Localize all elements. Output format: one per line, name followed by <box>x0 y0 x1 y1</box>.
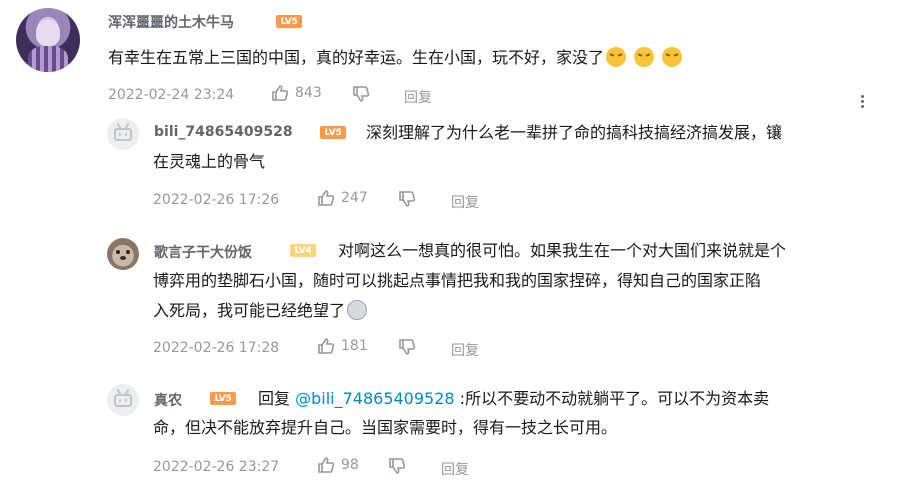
like-button[interactable]: 98 <box>317 456 359 474</box>
username[interactable]: 浑浑噩噩的土木牛马 <box>108 12 234 32</box>
reply-button[interactable]: 回复 <box>441 459 469 479</box>
dislike-button[interactable] <box>388 457 406 479</box>
emoji-icon <box>606 47 627 67</box>
level-badge: LV4 <box>290 244 316 257</box>
thumbs-up-icon <box>318 190 335 206</box>
dislike-button[interactable] <box>398 190 416 212</box>
avatar[interactable] <box>16 8 80 72</box>
emoji-icon <box>634 47 655 67</box>
thumbs-down-icon <box>399 191 416 207</box>
reply-text: 博弈用的垫脚石小国，随时可以挑起点事情把我和我的国家捏碎，得知自己的国家正陷 <box>153 271 762 290</box>
comment-date: 2022-02-24 23:24 <box>108 87 235 103</box>
reply-button[interactable]: 回复 <box>404 87 432 107</box>
thumbs-down-icon <box>399 339 416 355</box>
username[interactable]: bili_74865409528 <box>154 124 293 140</box>
avatar[interactable] <box>107 384 139 416</box>
thumbs-down-icon <box>389 458 406 474</box>
reply-text: 入死局，我可能已经绝望了 <box>153 297 368 325</box>
reply-button[interactable]: 回复 <box>451 340 479 360</box>
like-count: 98 <box>341 457 359 473</box>
reply-date: 2022-02-26 17:26 <box>153 192 280 208</box>
emoji-icon <box>662 47 683 67</box>
reply-date: 2022-02-26 23:27 <box>153 459 280 475</box>
level-badge: LV5 <box>276 15 302 28</box>
avatar[interactable] <box>107 118 139 150</box>
reply-text: 深刻理解了为什么老一辈拼了命的搞科技搞经济搞发展，镶 <box>366 123 783 142</box>
dislike-button[interactable] <box>398 338 416 360</box>
level-badge: LV5 <box>320 126 346 139</box>
reply-text: 对啊这么一想真的很可怕。如果我生在一个对大国们来说就是个 <box>338 241 787 260</box>
like-count: 181 <box>341 338 368 354</box>
like-count: 843 <box>295 85 322 101</box>
more-options-icon[interactable] <box>858 93 866 110</box>
reply-text: 回复 @bili_74865409528 :所以不要动不动就躺平了。可以不为资本… <box>258 389 770 408</box>
like-button[interactable]: 843 <box>271 84 322 102</box>
username[interactable]: 歌言子干大份饭 <box>154 242 252 262</box>
reply-button[interactable]: 回复 <box>451 192 479 212</box>
thumbs-down-icon <box>353 86 370 102</box>
dislike-button[interactable] <box>352 85 370 107</box>
reply-date: 2022-02-26 17:28 <box>153 340 280 356</box>
like-count: 247 <box>341 190 368 206</box>
like-button[interactable]: 181 <box>317 337 368 355</box>
reply-text: 命，但决不能放弃提升自己。当国家需要时，得有一技之长可用。 <box>153 418 618 437</box>
mention-link[interactable]: @bili_74865409528 <box>295 389 454 408</box>
comment-text: 有幸生在五常上三国的中国，真的好幸运。生在小国，玩不好，家没了 <box>108 44 683 72</box>
thumbs-up-icon <box>272 85 289 101</box>
reply-prefix: 回复 <box>258 389 291 408</box>
avatar[interactable] <box>107 238 139 270</box>
thumbs-up-icon <box>318 457 335 473</box>
emoji-icon <box>347 300 368 320</box>
level-badge: LV5 <box>210 392 236 405</box>
like-button[interactable]: 247 <box>317 189 368 207</box>
reply-text: 在灵魂上的骨气 <box>153 152 266 171</box>
username[interactable]: 真农 <box>154 390 182 410</box>
thumbs-up-icon <box>318 338 335 354</box>
